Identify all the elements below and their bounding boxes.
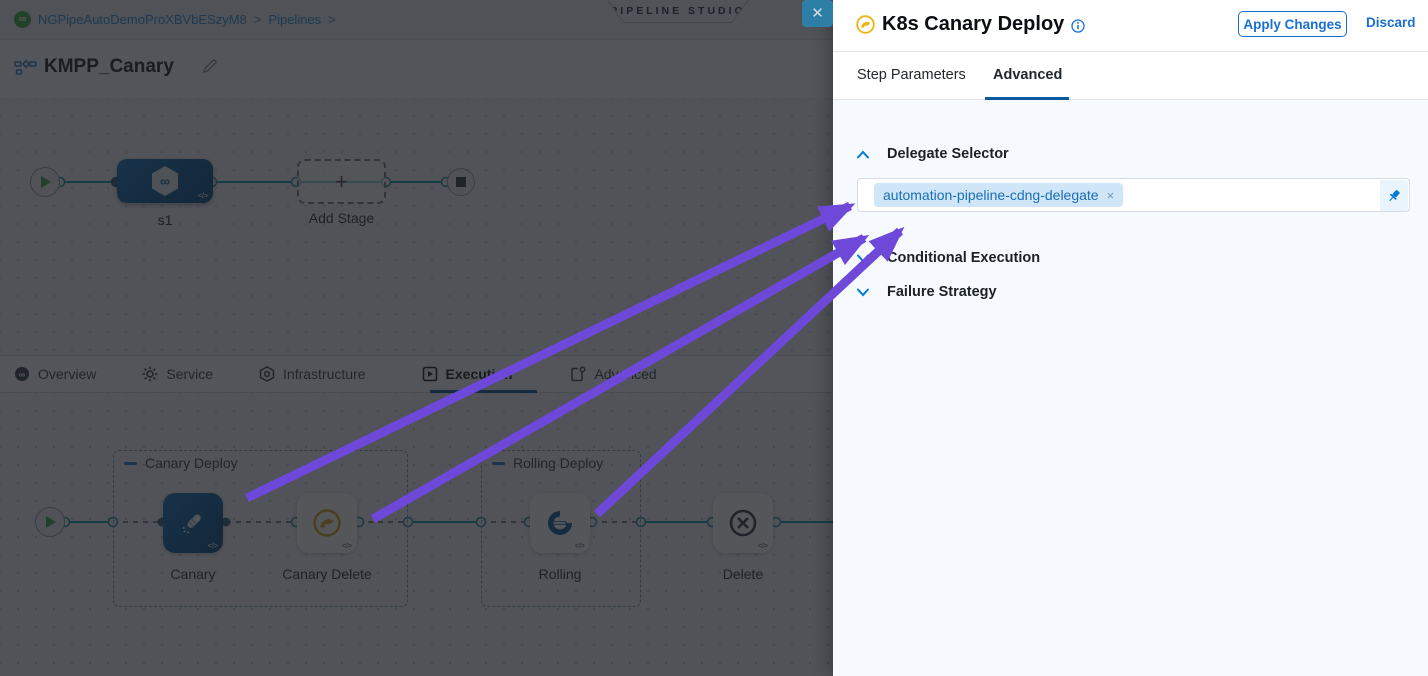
- tab-overview[interactable]: ∞ Overview: [14, 356, 96, 392]
- collapse-icon[interactable]: [124, 462, 137, 465]
- step-code-glyph: </>: [342, 543, 352, 550]
- section-conditional-execution[interactable]: Conditional Execution: [856, 250, 1040, 266]
- infrastructure-icon: [259, 366, 275, 382]
- add-stage-label: Add Stage: [297, 210, 386, 226]
- tab-infrastructure[interactable]: Infrastructure: [259, 356, 365, 392]
- group-label-rolling-deploy[interactable]: Rolling Deploy: [492, 455, 603, 471]
- execution-icon: [422, 366, 438, 382]
- page-title: KMPP_Canary: [44, 56, 174, 78]
- step-code-glyph: </>: [758, 543, 768, 550]
- svg-text:∞: ∞: [19, 370, 26, 380]
- discard-button[interactable]: Discard: [1366, 15, 1416, 30]
- stop-icon: [456, 177, 466, 187]
- tab-step-parameters[interactable]: Step Parameters: [857, 67, 966, 83]
- fixed-value-pin-button[interactable]: [1380, 180, 1408, 211]
- pipeline-start-node[interactable]: [30, 167, 60, 197]
- svg-text:∞: ∞: [160, 173, 170, 189]
- step-node-canary[interactable]: </>: [163, 493, 223, 553]
- delete-step-icon: [728, 508, 758, 538]
- tab-advanced[interactable]: Advanced: [993, 67, 1062, 83]
- stage-code-glyph: </>: [198, 193, 208, 200]
- delegate-tag-chip: automation-pipeline-cdng-delegate ×: [874, 183, 1123, 207]
- step-node-delete[interactable]: </>: [713, 493, 773, 553]
- step-node-canary-delete[interactable]: </>: [297, 493, 357, 553]
- left-panel: ∞ NGPipeAutoDemoProXBVbESzyM8 > Pipeline…: [0, 0, 833, 676]
- breadcrumb-pipelines-link[interactable]: Pipelines: [268, 12, 321, 27]
- step-code-glyph: </>: [208, 543, 218, 550]
- edit-pencil-icon[interactable]: [202, 58, 218, 74]
- canary-step-icon: [856, 15, 875, 34]
- pipeline-title-bar: KMPP_Canary VISUAL YAML: [0, 41, 833, 98]
- collapse-icon[interactable]: [492, 462, 505, 465]
- canary-deployment-icon: [178, 508, 208, 538]
- tab-service[interactable]: Service: [142, 356, 213, 392]
- add-stage-button[interactable]: +: [297, 159, 386, 204]
- chevron-down-icon[interactable]: [856, 288, 870, 297]
- delegate-tag-label: automation-pipeline-cdng-delegate: [883, 187, 1099, 203]
- project-logo-icon: ∞: [14, 11, 31, 28]
- drawer-header: K8s Canary Deploy Apply Changes Discard: [833, 0, 1428, 52]
- overview-icon: ∞: [14, 366, 30, 382]
- chevron-down-icon[interactable]: [856, 254, 870, 263]
- pipeline-graph-icon: [14, 58, 38, 76]
- drawer-title: K8s Canary Deploy: [882, 13, 1064, 36]
- step-code-glyph: </>: [575, 543, 585, 550]
- plus-icon: +: [335, 169, 348, 195]
- rolling-deployment-icon: [546, 509, 574, 537]
- breadcrumb-separator: >: [254, 12, 262, 27]
- close-icon: ✕: [811, 5, 824, 22]
- stage-label: s1: [117, 212, 213, 228]
- pipeline-studio-app: ∞ NGPipeAutoDemoProXBVbESzyM8 > Pipeline…: [0, 0, 1428, 676]
- close-drawer-button[interactable]: ✕: [802, 0, 833, 27]
- apply-changes-button[interactable]: Apply Changes: [1238, 11, 1347, 37]
- step-label-canary: Canary: [143, 566, 243, 582]
- step-node-rolling[interactable]: </>: [530, 493, 590, 553]
- play-icon: [40, 176, 51, 188]
- step-config-drawer: K8s Canary Deploy Apply Changes Discard …: [833, 0, 1428, 676]
- pipeline-studio-banner: PIPELINE STUDIO: [607, 0, 749, 23]
- info-icon[interactable]: [1071, 19, 1085, 33]
- drawer-body: Delegate Selector automation-pipeline-cd…: [833, 100, 1428, 676]
- section-failure-strategy[interactable]: Failure Strategy: [856, 284, 997, 300]
- breadcrumb-project-link[interactable]: NGPipeAutoDemoProXBVbESzyM8: [38, 12, 247, 27]
- section-delegate-selector[interactable]: Delegate Selector: [856, 146, 1009, 162]
- canary-delete-icon: [312, 508, 342, 538]
- step-label-rolling: Rolling: [510, 566, 610, 582]
- pin-icon: [1386, 188, 1402, 204]
- pipeline-end-node: [447, 168, 475, 196]
- step-label-canary-delete: Canary Delete: [277, 566, 377, 582]
- pipeline-studio-label: PIPELINE STUDIO: [610, 5, 745, 17]
- delegate-selector-input[interactable]: automation-pipeline-cdng-delegate ×: [857, 178, 1410, 212]
- execution-canvas[interactable]: Canary Deploy Rolling Deploy: [0, 393, 833, 676]
- tab-execution[interactable]: Execution: [422, 356, 513, 392]
- play-icon: [45, 516, 56, 528]
- drawer-tabbar: Step Parameters Advanced: [833, 52, 1428, 100]
- advanced-icon: [570, 366, 586, 382]
- harness-cd-stage-icon: ∞: [150, 165, 180, 197]
- chevron-up-icon[interactable]: [856, 150, 870, 159]
- step-group-canary-deploy[interactable]: [113, 450, 408, 607]
- remove-tag-icon[interactable]: ×: [1107, 188, 1115, 203]
- stage-node-s1[interactable]: ∞ </>: [117, 159, 213, 203]
- stage-tabbar: ∞ Overview Service Infr: [0, 355, 833, 393]
- stage-canvas[interactable]: ∞ </> s1 + Add Stage: [0, 98, 833, 355]
- gear-icon: [142, 366, 158, 382]
- breadcrumb-separator: >: [328, 12, 336, 27]
- step-label-delete: Delete: [693, 566, 793, 582]
- group-label-canary-deploy[interactable]: Canary Deploy: [124, 455, 238, 471]
- tab-advanced[interactable]: Advanced: [570, 356, 656, 392]
- execution-start-node[interactable]: [35, 507, 65, 537]
